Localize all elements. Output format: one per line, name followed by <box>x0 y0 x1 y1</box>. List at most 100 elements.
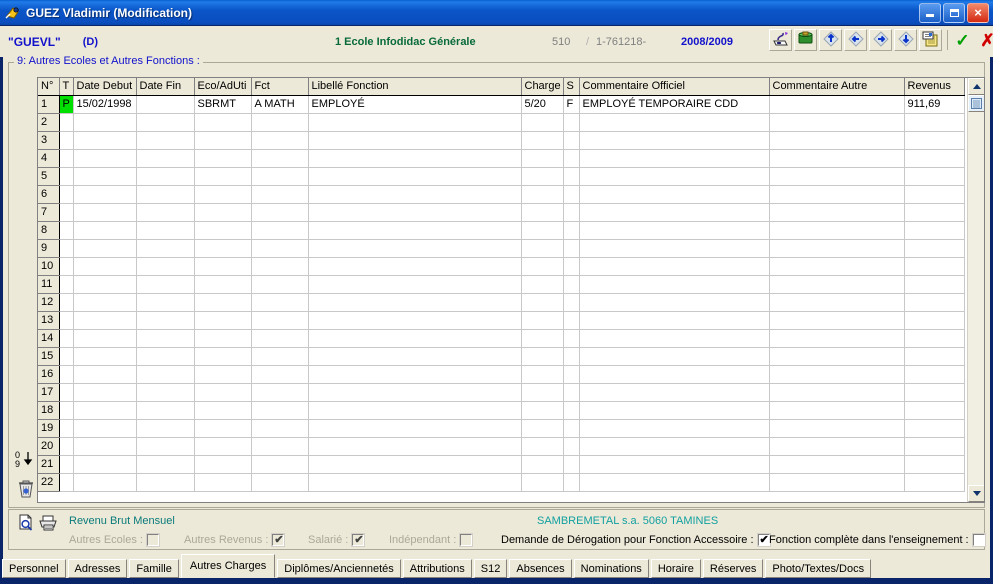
cell-lib[interactable] <box>308 473 522 492</box>
cell-dfin[interactable] <box>136 455 195 474</box>
cell-dfin[interactable] <box>136 131 195 150</box>
cell-eco[interactable] <box>194 473 252 492</box>
cell-dfin[interactable] <box>136 311 195 330</box>
cell-s[interactable] <box>563 203 580 222</box>
cell-chg[interactable] <box>521 203 564 222</box>
grid-header-eco[interactable]: Eco/AdUti <box>194 78 252 96</box>
cell-lib[interactable]: EMPLOYÉ <box>308 95 522 114</box>
cell-s[interactable] <box>563 131 580 150</box>
cell-dfin[interactable] <box>136 95 195 114</box>
cell-t[interactable] <box>59 383 74 402</box>
checkbox-input[interactable] <box>459 533 474 547</box>
cell-ddeb[interactable] <box>73 149 137 168</box>
table-row[interactable]: 22 <box>38 473 965 492</box>
maximize-button[interactable] <box>943 2 965 23</box>
cell-com2[interactable] <box>769 419 905 438</box>
cell-t[interactable] <box>59 311 74 330</box>
cell-dfin[interactable] <box>136 293 195 312</box>
grid-header-com2[interactable]: Commentaire Autre <box>769 78 905 96</box>
cell-rev[interactable] <box>904 365 965 384</box>
cell-eco[interactable] <box>194 131 252 150</box>
cell-com1[interactable] <box>579 293 770 312</box>
cell-fct[interactable] <box>251 455 309 474</box>
cell-chg[interactable] <box>521 257 564 276</box>
grid-header-com1[interactable]: Commentaire Officiel <box>579 78 770 96</box>
cell-s[interactable] <box>563 239 580 258</box>
cell-rev[interactable] <box>904 419 965 438</box>
cell-com2[interactable] <box>769 95 905 114</box>
cell-com1[interactable] <box>579 257 770 276</box>
cell-eco[interactable] <box>194 167 252 186</box>
nav-first-button[interactable] <box>819 29 842 51</box>
cell-t[interactable] <box>59 275 74 294</box>
cell-fct[interactable] <box>251 167 309 186</box>
cancel-button[interactable]: ✗ <box>976 29 993 51</box>
table-row[interactable]: 3 <box>38 131 965 150</box>
cell-com2[interactable] <box>769 455 905 474</box>
scroll-down-button[interactable] <box>968 485 984 502</box>
cell-lib[interactable] <box>308 239 522 258</box>
cell-fct[interactable] <box>251 113 309 132</box>
grid-vertical-scrollbar[interactable] <box>967 78 984 502</box>
cell-ddeb[interactable]: 15/02/1998 <box>73 95 137 114</box>
other-schools-grid[interactable]: N° T Date Debut Date Fin Eco/AdUti Fct Libellé… <box>37 77 985 503</box>
cell-fct[interactable] <box>251 239 309 258</box>
cell-com2[interactable] <box>769 347 905 366</box>
table-row[interactable]: 19 <box>38 419 965 438</box>
cell-eco[interactable] <box>194 455 252 474</box>
notes-button[interactable] <box>919 29 942 51</box>
sort-ascending-button[interactable]: 0 9 <box>14 449 38 471</box>
cell-t[interactable] <box>59 329 74 348</box>
print-preview-button[interactable] <box>769 29 792 51</box>
cell-com2[interactable] <box>769 275 905 294</box>
cell-eco[interactable] <box>194 275 252 294</box>
table-row[interactable]: 6 <box>38 185 965 204</box>
cell-eco[interactable] <box>194 185 252 204</box>
checkbox-item[interactable]: Autres Revenus : ✔ <box>184 533 286 547</box>
cell-com1[interactable] <box>579 383 770 402</box>
cell-dfin[interactable] <box>136 167 195 186</box>
cell-t[interactable] <box>59 419 74 438</box>
cell-dfin[interactable] <box>136 329 195 348</box>
cell-fct[interactable] <box>251 185 309 204</box>
cell-chg[interactable] <box>521 347 564 366</box>
cell-t[interactable] <box>59 113 74 132</box>
cell-rev[interactable] <box>904 131 965 150</box>
cell-fct[interactable] <box>251 221 309 240</box>
cell-chg[interactable] <box>521 329 564 348</box>
cell-fct[interactable] <box>251 401 309 420</box>
database-button[interactable] <box>794 29 817 51</box>
cell-s[interactable] <box>563 383 580 402</box>
grid-header-num[interactable]: N° <box>38 78 60 96</box>
cell-com2[interactable] <box>769 329 905 348</box>
cell-chg[interactable] <box>521 473 564 492</box>
cell-com2[interactable] <box>769 131 905 150</box>
cell-rev[interactable] <box>904 257 965 276</box>
close-button[interactable]: × <box>967 2 989 23</box>
cell-ddeb[interactable] <box>73 239 137 258</box>
cell-com1[interactable] <box>579 311 770 330</box>
cell-rev[interactable] <box>904 473 965 492</box>
cell-com2[interactable] <box>769 113 905 132</box>
cell-fct[interactable] <box>251 203 309 222</box>
cell-ddeb[interactable] <box>73 473 137 492</box>
table-row[interactable]: 18 <box>38 401 965 420</box>
checkbox-input[interactable]: ✔ <box>271 533 286 547</box>
cell-com1[interactable] <box>579 329 770 348</box>
table-row[interactable]: 11 <box>38 275 965 294</box>
cell-s[interactable] <box>563 365 580 384</box>
tab-s12[interactable]: S12 <box>473 559 508 578</box>
cell-com1[interactable] <box>579 347 770 366</box>
cell-dfin[interactable] <box>136 401 195 420</box>
cell-dfin[interactable] <box>136 149 195 168</box>
cell-com1[interactable] <box>579 185 770 204</box>
cell-com1[interactable] <box>579 113 770 132</box>
cell-chg[interactable] <box>521 437 564 456</box>
tab-personnel[interactable]: Personnel <box>2 559 66 578</box>
cell-com2[interactable] <box>769 239 905 258</box>
cell-chg[interactable] <box>521 131 564 150</box>
cell-chg[interactable] <box>521 275 564 294</box>
cell-lib[interactable] <box>308 329 522 348</box>
cell-fct[interactable] <box>251 275 309 294</box>
cell-ddeb[interactable] <box>73 221 137 240</box>
